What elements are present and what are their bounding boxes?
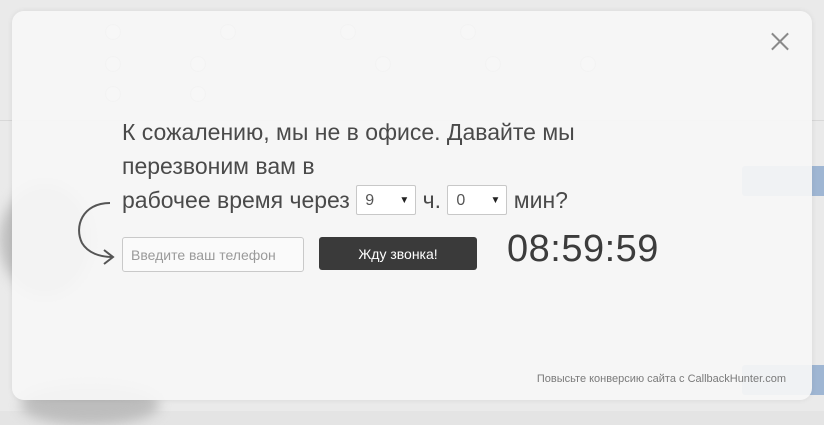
- chevron-down-icon: ▼: [490, 195, 501, 207]
- powered-by-link[interactable]: Повысьте конверсию сайта с CallbackHunte…: [537, 373, 786, 385]
- headline-line-with-selects: рабочее время через 9 ▼ ч. 0 ▼ мин?: [122, 183, 642, 217]
- countdown-timer: 08:59:59: [507, 228, 659, 270]
- hours-unit: ч.: [422, 187, 442, 213]
- headline-text: рабочее время через: [122, 187, 350, 213]
- modal-headline: К сожалению, мы не в офисе. Давайте мы п…: [122, 115, 642, 217]
- minutes-select[interactable]: 0 ▼: [447, 185, 508, 216]
- call-me-button[interactable]: Жду звонка!: [319, 237, 477, 270]
- minutes-value: 0: [456, 192, 466, 210]
- phone-input[interactable]: [122, 237, 304, 272]
- chevron-down-icon: ▼: [399, 195, 410, 207]
- close-icon[interactable]: [770, 31, 790, 51]
- curved-arrow-icon: [78, 202, 115, 265]
- hours-value: 9: [365, 192, 375, 210]
- hours-select[interactable]: 9 ▼: [356, 185, 417, 216]
- minutes-unit: мин?: [513, 187, 568, 213]
- headline-line: перезвоним вам в: [122, 153, 315, 179]
- headline-line: К сожалению, мы не в офисе. Давайте мы: [122, 119, 575, 145]
- callback-modal: К сожалению, мы не в офисе. Давайте мы п…: [12, 11, 812, 400]
